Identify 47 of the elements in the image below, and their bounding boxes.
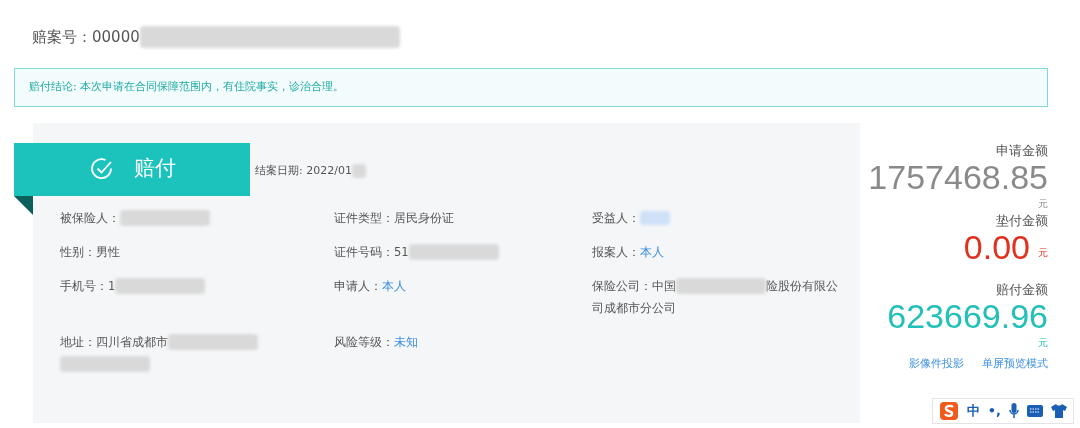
redaction-blur (640, 211, 670, 225)
field-label: 性别： (60, 244, 96, 259)
field-label: 手机号： (60, 278, 108, 293)
ime-mode-button[interactable]: •, (987, 401, 1001, 421)
case-number: 00000 (92, 26, 140, 48)
field-value: 司成都市分公司 (592, 300, 676, 315)
view-link[interactable]: 单屏预览模式 (982, 356, 1048, 373)
shirt-icon[interactable] (1051, 404, 1067, 418)
amount-value: 0.00 (963, 230, 1030, 266)
ime-mode-button[interactable]: 中 (966, 401, 980, 421)
field-label: 证件号码： (334, 244, 394, 259)
field-link[interactable]: 未知 (394, 334, 418, 349)
field-value: 51 (394, 244, 409, 259)
amount-label: 申请金额 (996, 141, 1048, 160)
amount-value: 1757468.85 (868, 160, 1048, 196)
field-label: 申请人： (334, 278, 382, 293)
case-number-label: 赔案号： (32, 26, 92, 48)
ime-logo-icon (938, 401, 959, 421)
currency-unit: 元 (1038, 196, 1048, 211)
field-label: 证件类型： (334, 210, 394, 225)
banner-title: 赔付 (134, 155, 176, 183)
field-link[interactable]: 本人 (382, 278, 406, 293)
closing-date: 结案日期: 2022/01 (255, 162, 352, 179)
microphone-icon[interactable] (1009, 403, 1019, 419)
field-label: 被保险人： (60, 210, 120, 225)
currency-unit: 元 (1038, 245, 1048, 260)
field-label: 报案人： (592, 244, 640, 259)
conclusion-text: 赔付结论: 本次申请在合同保障范围内，有住院事实，诊治合理。 (14, 68, 1048, 107)
field-value: 1 (108, 278, 116, 293)
amount-value: 623669.96 (887, 299, 1048, 336)
ribbon-fold (14, 195, 33, 215)
field-label: 地址： (60, 334, 96, 349)
field-value: 中国 (652, 278, 676, 293)
field-value: 四川省成都市 (96, 334, 168, 349)
currency-unit: 元 (1038, 336, 1048, 351)
amount-label: 赔付金额 (996, 280, 1048, 299)
amount-label: 垫付金额 (996, 211, 1048, 230)
field-link[interactable]: 本人 (640, 244, 664, 259)
field-label: 受益人： (592, 210, 640, 225)
field-value: 居民身份证 (394, 210, 454, 225)
field-label: 保险公司： (592, 278, 652, 293)
keyboard-icon[interactable] (1027, 405, 1043, 417)
field-label: 风险等级： (334, 334, 394, 349)
view-link[interactable]: 影像件投影 (909, 356, 964, 373)
check-circle-icon (90, 157, 114, 181)
field-value: 险股份有限公 (766, 278, 838, 293)
field-value: 男性 (96, 244, 120, 259)
